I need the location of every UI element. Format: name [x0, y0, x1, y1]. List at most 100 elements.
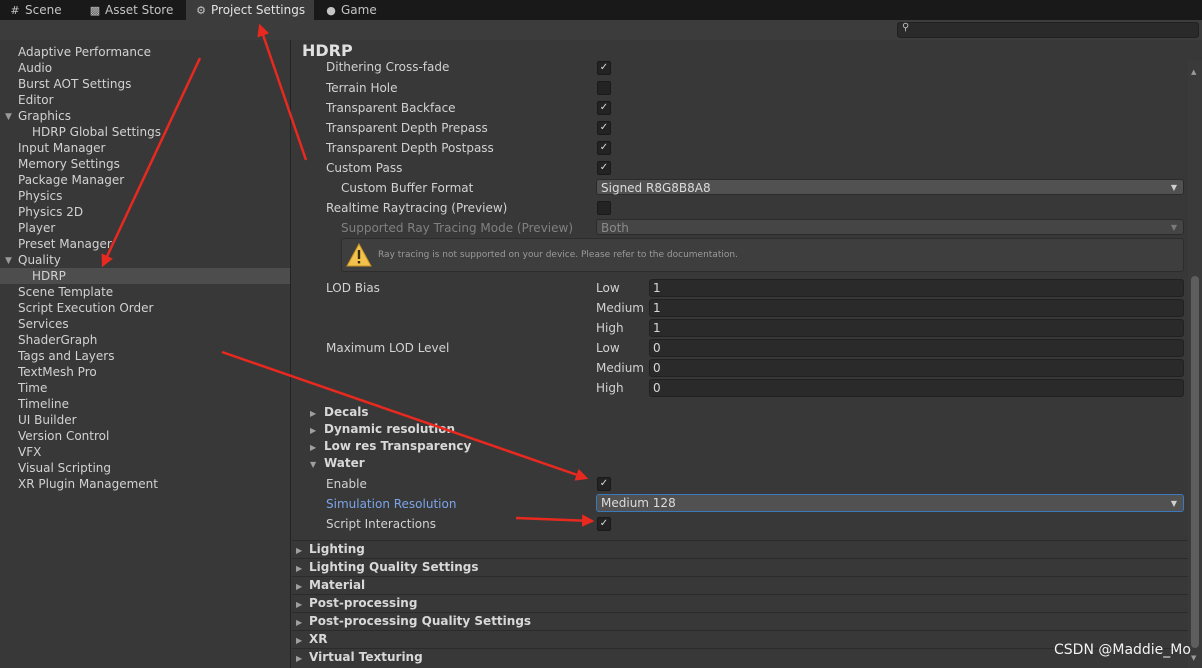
sidebar-item-textmesh-pro[interactable]: TextMesh Pro — [18, 364, 97, 380]
section-post-processing-label: Post-processing — [309, 596, 418, 610]
water-enable-checkbox[interactable]: ✓ — [597, 477, 611, 491]
checkmark-icon: ✓ — [599, 518, 609, 529]
prop-realtime-raytracing-label: Realtime Raytracing (Preview) — [326, 201, 508, 215]
chevron-right-icon: ▶ — [310, 443, 317, 452]
search-input[interactable]: ⚲ — [897, 22, 1199, 38]
transparent-depth-postpass-checkbox[interactable]: ✓ — [597, 141, 611, 155]
custom-buffer-format-dropdown[interactable]: Signed R8G8B8A8 ▼ — [596, 179, 1184, 195]
terrain-hole-checkbox[interactable] — [597, 81, 611, 95]
sidebar-item-hdrp-global-settings[interactable]: HDRP Global Settings — [32, 124, 161, 140]
foldout-water[interactable]: ▼ Water — [310, 455, 365, 472]
tab-game-label: Game — [341, 3, 377, 17]
sidebar-item-vfx[interactable]: VFX — [18, 444, 41, 460]
sidebar-item-ui-builder[interactable]: UI Builder — [18, 412, 77, 428]
chevron-right-icon: ▶ — [296, 636, 303, 645]
sidebar-item-burst-aot[interactable]: Burst AOT Settings — [18, 76, 131, 92]
sidebar-item-time[interactable]: Time — [18, 380, 47, 396]
custom-pass-checkbox[interactable]: ✓ — [597, 161, 611, 175]
section-lighting-quality-settings[interactable]: ▶ Lighting Quality Settings — [296, 559, 479, 576]
lod-bias-medium-field[interactable]: 1 — [649, 299, 1184, 317]
warning-icon — [346, 243, 372, 267]
prop-custom-pass-label: Custom Pass — [326, 161, 403, 175]
section-lighting[interactable]: ▶ Lighting — [296, 541, 365, 558]
lod-bias-low-field[interactable]: 1 — [649, 279, 1184, 297]
foldout-low-res-transparency[interactable]: ▶ Low res Transparency — [310, 438, 471, 455]
tab-project-settings[interactable]: ⚙ Project Settings — [186, 0, 314, 20]
scrollbar-thumb[interactable] — [1191, 276, 1199, 648]
transparent-depth-prepass-checkbox[interactable]: ✓ — [597, 121, 611, 135]
simulation-resolution-value: Medium 128 — [601, 496, 676, 510]
max-lod-medium-field[interactable]: 0 — [649, 359, 1184, 377]
max-lod-high-field[interactable]: 0 — [649, 379, 1184, 397]
custom-buffer-format-value: Signed R8G8B8A8 — [601, 181, 711, 195]
section-post-processing[interactable]: ▶ Post-processing — [296, 595, 417, 612]
tab-asset-store-label: Asset Store — [105, 3, 174, 17]
tab-scene[interactable]: # Scene — [0, 0, 70, 20]
max-lod-low-field[interactable]: 0 — [649, 339, 1184, 357]
chevron-down-icon: ▼ — [310, 460, 317, 469]
tab-game[interactable]: ● Game — [316, 0, 385, 20]
sidebar-item-package-manager[interactable]: Package Manager — [18, 172, 124, 188]
arrow-to-script-interactions — [515, 514, 595, 527]
ray-tracing-mode-dropdown: Both ▼ — [596, 219, 1184, 235]
shopping-bag-icon: ▩ — [89, 4, 101, 17]
scroll-down-icon[interactable]: ▼ — [1191, 654, 1196, 662]
simulation-resolution-dropdown[interactable]: Medium 128 ▼ — [596, 494, 1184, 512]
section-post-processing-quality-settings[interactable]: ▶ Post-processing Quality Settings — [296, 613, 531, 630]
script-interactions-checkbox[interactable]: ✓ — [597, 517, 611, 531]
dropdown-arrow-icon: ▼ — [1170, 183, 1177, 192]
tab-asset-store[interactable]: ▩ Asset Store — [80, 0, 181, 20]
sidebar-item-tags-and-layers[interactable]: Tags and Layers — [18, 348, 114, 364]
realtime-raytracing-checkbox[interactable] — [597, 201, 611, 215]
sidebar-item-physics-2d[interactable]: Physics 2D — [18, 204, 83, 220]
sidebar-item-quality[interactable]: Quality — [18, 252, 61, 268]
prop-terrain-hole-label: Terrain Hole — [326, 81, 398, 95]
max-lod-high-label: High — [596, 381, 624, 395]
foldout-decals-label: Decals — [324, 405, 369, 419]
prop-dithering-label: Dithering Cross-fade — [326, 60, 450, 74]
dithering-checkbox[interactable]: ✓ — [597, 61, 611, 75]
simulation-resolution-label: Simulation Resolution — [326, 497, 457, 511]
sidebar-item-services[interactable]: Services — [18, 316, 69, 332]
sidebar-item-shadergraph[interactable]: ShaderGraph — [18, 332, 97, 348]
sidebar-item-adaptive-performance[interactable]: Adaptive Performance — [18, 44, 151, 60]
dropdown-arrow-icon: ▼ — [1170, 223, 1177, 232]
sidebar-item-visual-scripting[interactable]: Visual Scripting — [18, 460, 111, 476]
checkmark-icon: ✓ — [599, 142, 609, 153]
sidebar-item-physics[interactable]: Physics — [18, 188, 62, 204]
sidebar-item-preset-manager[interactable]: Preset Manager — [18, 236, 112, 252]
sidebar-item-player[interactable]: Player — [18, 220, 55, 236]
sidebar-item-graphics[interactable]: Graphics — [18, 108, 71, 124]
foldout-graphics-icon[interactable]: ▼ — [5, 112, 12, 122]
sidebar-item-timeline[interactable]: Timeline — [18, 396, 69, 412]
chevron-right-icon: ▶ — [296, 564, 303, 573]
ray-tracing-mode-value: Both — [601, 221, 629, 235]
section-post-processing-quality-settings-label: Post-processing Quality Settings — [309, 614, 532, 628]
chevron-right-icon: ▶ — [296, 600, 303, 609]
sidebar-item-editor[interactable]: Editor — [18, 92, 54, 108]
sidebar-item-audio[interactable]: Audio — [18, 60, 52, 76]
script-interactions-label: Script Interactions — [326, 517, 436, 531]
chevron-right-icon: ▶ — [310, 409, 317, 418]
section-xr[interactable]: ▶ XR — [296, 631, 328, 648]
max-lod-level-label: Maximum LOD Level — [326, 341, 450, 355]
chevron-right-icon: ▶ — [296, 546, 303, 555]
sidebar-item-memory-settings[interactable]: Memory Settings — [18, 156, 120, 172]
transparent-backface-checkbox[interactable]: ✓ — [597, 101, 611, 115]
lod-bias-high-field[interactable]: 1 — [649, 319, 1184, 337]
sidebar-item-input-manager[interactable]: Input Manager — [18, 140, 106, 156]
ray-tracing-warning: Ray tracing is not supported on your dev… — [341, 238, 1184, 272]
section-virtual-texturing[interactable]: ▶ Virtual Texturing — [296, 649, 423, 666]
section-xr-label: XR — [309, 632, 328, 646]
scroll-up-icon[interactable]: ▲ — [1191, 68, 1196, 76]
sidebar-item-scene-template[interactable]: Scene Template — [18, 284, 113, 300]
sidebar-item-xr-plugin-management[interactable]: XR Plugin Management — [18, 476, 158, 492]
sidebar-item-hdrp[interactable]: HDRP — [0, 268, 290, 284]
section-material[interactable]: ▶ Material — [296, 577, 365, 594]
sidebar-item-version-control[interactable]: Version Control — [18, 428, 109, 444]
sidebar-item-script-execution-order[interactable]: Script Execution Order — [18, 300, 153, 316]
foldout-decals[interactable]: ▶ Decals — [310, 404, 369, 421]
water-enable-label: Enable — [326, 477, 367, 491]
foldout-quality-icon[interactable]: ▼ — [5, 256, 12, 266]
foldout-dynamic-resolution[interactable]: ▶ Dynamic resolution — [310, 421, 455, 438]
